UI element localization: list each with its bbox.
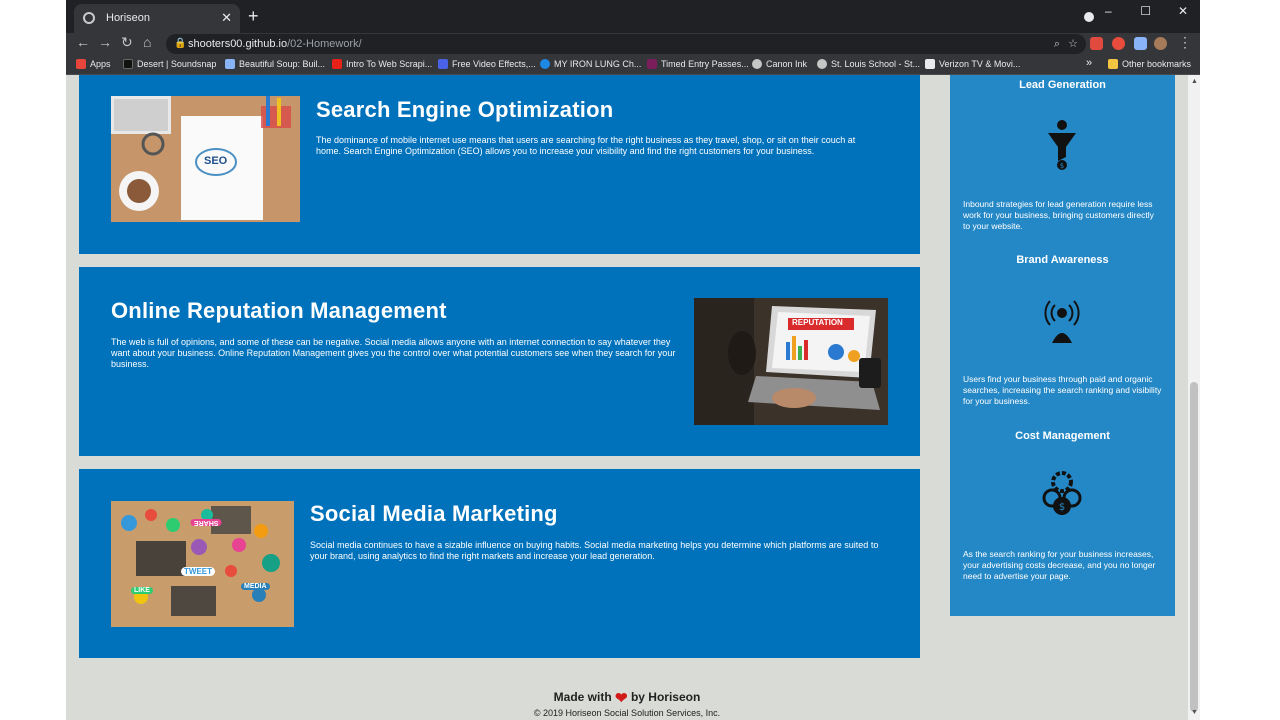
other-bookmarks-folder[interactable]: Other bookmarks — [1108, 59, 1191, 69]
lead-funnel-icon: $ — [1042, 119, 1082, 171]
vfx-icon — [438, 59, 448, 69]
tab-bar: Horiseon ✕ + – ☐ ✕ — [66, 0, 1200, 33]
tab-close-icon[interactable]: ✕ — [221, 10, 232, 26]
reputation-illustration — [694, 298, 888, 425]
ultimate-guitar-icon — [540, 59, 550, 69]
svg-text:$: $ — [1059, 502, 1065, 513]
tweet-bubble: TWEET — [181, 567, 215, 576]
reputation-laptop-image: REPUTATION — [694, 298, 888, 425]
browser-toolbar: ← → ↻ ⌂ 🔒 shooters00.github.io/02-Homewo… — [66, 33, 1200, 55]
social-media-table-image: SHARE TWEET LIKE MEDIA — [111, 501, 294, 627]
reputation-text: The web is full of opinions, and some of… — [111, 337, 676, 369]
svg-text:$: $ — [1060, 162, 1064, 170]
soundsnap-icon — [123, 59, 133, 69]
seo-notebook-image: SEO — [111, 96, 300, 222]
bookmark-item[interactable]: Free Video Effects,... — [438, 59, 536, 69]
heart-icon: ❤ — [615, 690, 628, 707]
youtube-icon — [332, 59, 342, 69]
wordpress-icon — [817, 59, 827, 69]
home-icon[interactable]: ⌂ — [143, 34, 151, 50]
globe-icon — [752, 59, 762, 69]
benefit-text: Users find your business through paid an… — [963, 374, 1162, 406]
media-bubble: MEDIA — [241, 583, 270, 590]
back-arrow-icon[interactable]: ← — [76, 34, 90, 50]
social-media-card: SHARE TWEET LIKE MEDIA Social Media Mark… — [79, 469, 920, 658]
globe-favicon-icon — [83, 12, 95, 24]
address-bar[interactable]: 🔒 shooters00.github.io/02-Homework/ ⌕ ☆ — [166, 34, 1086, 54]
share-bubble: SHARE — [191, 519, 222, 526]
made-with-text: Made with — [553, 690, 612, 704]
reputation-card: Online Reputation Management The web is … — [79, 267, 920, 456]
bookmark-item[interactable]: Timed Entry Passes... — [647, 59, 749, 69]
social-media-title: Social Media Marketing — [310, 501, 558, 526]
bookmark-item[interactable]: Verizon TV & Movi... — [925, 59, 1020, 69]
bookmark-item[interactable]: MY IRON LUNG Ch... — [540, 59, 641, 69]
reload-icon[interactable]: ↻ — [121, 34, 133, 51]
url-host: shooters00.github.io — [188, 38, 288, 50]
museum-icon — [647, 59, 657, 69]
extension-record-icon[interactable] — [1112, 37, 1125, 50]
reputation-image-label: REPUTATION — [792, 318, 843, 327]
bookmarks-overflow-icon[interactable]: » — [1086, 57, 1092, 69]
url-path: /02-Homework/ — [287, 38, 362, 50]
brand-broadcast-icon — [1042, 293, 1082, 345]
benefits-aside: Lead Generation $ Inbound strategies for… — [950, 75, 1175, 616]
folder-icon — [1108, 59, 1118, 69]
reputation-title: Online Reputation Management — [111, 298, 447, 323]
page-footer: Made with ❤ by Horiseon © 2019 Horiseon … — [66, 689, 1188, 718]
bookmark-item[interactable]: Canon Ink — [752, 59, 807, 69]
seo-card: SEO Search Engine Optimization The domin… — [79, 75, 920, 254]
url-text: shooters00.github.io/02-Homework/ — [188, 34, 362, 54]
kebab-menu-icon[interactable]: ⋮ — [1178, 34, 1192, 51]
bookmark-item[interactable]: Intro To Web Scrapi... — [332, 59, 432, 69]
seo-title: Search Engine Optimization — [316, 97, 614, 122]
minimize-button[interactable]: – — [1091, 0, 1125, 22]
benefit-title: Brand Awareness — [1016, 254, 1109, 266]
copyright-text: © 2019 Horiseon Social Solution Services… — [533, 708, 721, 718]
bookmark-item[interactable]: St. Louis School - St... — [817, 59, 920, 69]
apps-grid-icon — [76, 59, 86, 69]
zoom-magnifier-icon[interactable]: ⌕ — [1054, 34, 1060, 54]
profile-avatar[interactable] — [1154, 37, 1167, 50]
browser-window: Horiseon ✕ + – ☐ ✕ ← → ↻ ⌂ 🔒 shooters00.… — [66, 0, 1200, 720]
benefit-text: As the search ranking for your business … — [963, 549, 1156, 581]
page-scrollbar[interactable]: ▲ ▼ — [1188, 75, 1200, 720]
scrollbar-thumb[interactable] — [1190, 382, 1198, 712]
benefit-title: Cost Management — [1015, 430, 1110, 442]
seo-text: The dominance of mobile internet use mea… — [316, 135, 856, 156]
verizon-icon — [925, 59, 935, 69]
extension-red-icon[interactable] — [1090, 37, 1103, 50]
tab-horiseon[interactable]: Horiseon ✕ — [74, 4, 240, 33]
like-bubble: LIKE — [131, 587, 153, 594]
by-horiseon-text: by Horiseon — [630, 690, 701, 704]
forward-arrow-icon[interactable]: → — [98, 34, 112, 50]
bookmark-item[interactable]: Desert | Soundsnap — [123, 59, 216, 69]
lock-icon[interactable]: 🔒 — [174, 34, 186, 54]
cost-gears-dollar-icon: $ — [1042, 468, 1082, 520]
tab-title: Horiseon — [106, 12, 151, 24]
page-viewport: SEO Search Engine Optimization The domin… — [66, 75, 1188, 720]
made-with-line: Made with ❤ by Horiseon — [66, 689, 1188, 707]
bookmarks-bar: Apps Desert | Soundsnap Beautiful Soup: … — [66, 55, 1200, 75]
close-window-button[interactable]: ✕ — [1166, 0, 1200, 22]
social-media-text: Social media continues to have a sizable… — [310, 540, 879, 561]
bookmark-item[interactable]: Beautiful Soup: Buil... — [225, 59, 325, 69]
seo-image-label: SEO — [204, 155, 228, 167]
window-controls: – ☐ ✕ — [1091, 0, 1200, 33]
new-tab-button[interactable]: + — [248, 6, 259, 27]
maximize-button[interactable]: ☐ — [1129, 0, 1163, 22]
scroll-up-arrow-icon[interactable]: ▲ — [1191, 78, 1198, 85]
bookmark-star-icon[interactable]: ☆ — [1068, 34, 1078, 54]
benefit-title: Lead Generation — [1019, 79, 1106, 91]
bookmark-item[interactable]: Apps — [76, 59, 111, 69]
benefit-text: Inbound strategies for lead generation r… — [963, 199, 1154, 231]
extensions-puzzle-icon[interactable] — [1134, 37, 1147, 50]
scroll-down-arrow-icon[interactable]: ▼ — [1191, 709, 1198, 716]
soup-icon — [225, 59, 235, 69]
